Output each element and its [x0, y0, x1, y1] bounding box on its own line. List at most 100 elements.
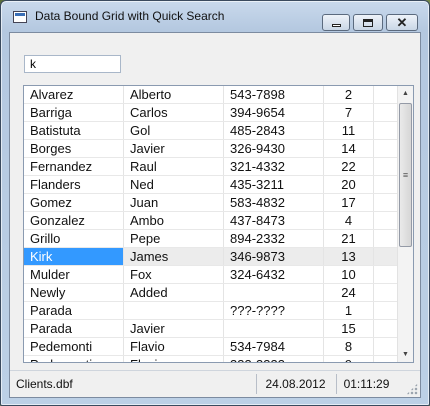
last-name-cell[interactable]: Newly	[24, 284, 124, 301]
first-name-cell[interactable]: Ambo	[124, 212, 224, 229]
number-cell[interactable]: 13	[324, 248, 374, 265]
last-name-cell[interactable]: Mulder	[24, 266, 124, 283]
vertical-scrollbar[interactable]: ▲ ≡ ▼	[397, 86, 413, 362]
table-row[interactable]: Mulder Fox 324-6432 10	[24, 266, 397, 284]
title-bar[interactable]: Data Bound Grid with Quick Search ✕	[1, 1, 429, 31]
resize-grip-icon[interactable]	[406, 383, 418, 395]
last-name-cell[interactable]: Pedemonti	[24, 338, 124, 355]
scroll-down-arrow-icon[interactable]: ▼	[398, 347, 413, 362]
phone-cell[interactable]: 485-2843	[224, 122, 324, 139]
number-cell[interactable]: 20	[324, 176, 374, 193]
number-cell[interactable]: 8	[324, 338, 374, 355]
first-name-cell[interactable]: Raul	[124, 158, 224, 175]
phone-cell[interactable]: 333-3333	[224, 356, 324, 362]
last-name-cell[interactable]: Flanders	[24, 176, 124, 193]
phone-cell[interactable]: 394-9654	[224, 104, 324, 121]
table-row[interactable]: Gonzalez Ambo 437-8473 4	[24, 212, 397, 230]
grip-lines-icon: ≡	[402, 170, 409, 180]
number-cell[interactable]: 22	[324, 158, 374, 175]
phone-cell[interactable]: 534-7984	[224, 338, 324, 355]
first-name-cell[interactable]: Added	[124, 284, 224, 301]
first-name-cell[interactable]: Juan	[124, 194, 224, 211]
phone-cell[interactable]: 324-6432	[224, 266, 324, 283]
first-name-cell[interactable]: Flavio	[124, 338, 224, 355]
first-name-cell[interactable]: Flavio	[124, 356, 224, 362]
last-name-cell[interactable]: Fernandez	[24, 158, 124, 175]
first-name-cell[interactable]: Pepe	[124, 230, 224, 247]
table-row[interactable]: Pedemonti Flavio 534-7984 8	[24, 338, 397, 356]
number-cell[interactable]: 2	[324, 86, 374, 103]
table-row[interactable]: Grillo Pepe 894-2332 21	[24, 230, 397, 248]
first-name-cell[interactable]: James	[124, 248, 224, 265]
app-window-icon[interactable]	[13, 11, 27, 23]
first-name-cell[interactable]: Alberto	[124, 86, 224, 103]
last-name-cell[interactable]: Grillo	[24, 230, 124, 247]
table-row[interactable]: Flanders Ned 435-3211 20	[24, 176, 397, 194]
status-date: 24.08.2012	[256, 374, 334, 394]
table-row[interactable]: Parada Javier 15	[24, 320, 397, 338]
table-row[interactable]: Fernandez Raul 321-4332 22	[24, 158, 397, 176]
number-cell[interactable]: 15	[324, 320, 374, 337]
number-cell[interactable]: 4	[324, 212, 374, 229]
app-window: Data Bound Grid with Quick Search ✕ Alva…	[0, 0, 430, 406]
last-name-cell[interactable]: Gonzalez	[24, 212, 124, 229]
last-name-cell[interactable]: Gomez	[24, 194, 124, 211]
minimize-icon	[331, 23, 341, 27]
last-name-cell[interactable]: Alvarez	[24, 86, 124, 103]
last-name-cell[interactable]: Barriga	[24, 104, 124, 121]
phone-cell[interactable]: 583-4832	[224, 194, 324, 211]
table-row[interactable]: Batistuta Gol 485-2843 11	[24, 122, 397, 140]
first-name-cell[interactable]: Gol	[124, 122, 224, 139]
number-cell[interactable]: 7	[324, 104, 374, 121]
last-name-cell[interactable]: Kirk	[24, 248, 124, 265]
number-cell[interactable]: 14	[324, 140, 374, 157]
number-cell[interactable]: 24	[324, 284, 374, 301]
phone-cell[interactable]: 346-9873	[224, 248, 324, 265]
phone-cell[interactable]	[224, 284, 324, 301]
phone-cell[interactable]: 894-2332	[224, 230, 324, 247]
first-name-cell[interactable]: Javier	[124, 320, 224, 337]
first-name-cell[interactable]: Javier	[124, 140, 224, 157]
table-row[interactable]: Barriga Carlos 394-9654 7	[24, 104, 397, 122]
phone-cell[interactable]: 321-4332	[224, 158, 324, 175]
phone-cell[interactable]: 543-7898	[224, 86, 324, 103]
phone-cell[interactable]: 326-9430	[224, 140, 324, 157]
status-file-name: Clients.dbf	[16, 377, 73, 391]
last-name-cell[interactable]: Batistuta	[24, 122, 124, 139]
status-time: 01:11:29	[336, 374, 396, 394]
data-grid[interactable]: Alvarez Alberto 543-7898 2 Barriga Carlos 394-…	[23, 85, 414, 363]
close-button[interactable]: ✕	[386, 14, 418, 31]
number-cell[interactable]: 21	[324, 230, 374, 247]
table-row[interactable]: Kirk James 346-9873 13	[24, 248, 397, 266]
last-name-cell[interactable]: Pedemonti	[24, 356, 124, 362]
first-name-cell[interactable]: Ned	[124, 176, 224, 193]
maximize-button[interactable]	[353, 14, 383, 31]
number-cell[interactable]: 9	[324, 356, 374, 362]
number-cell[interactable]: 17	[324, 194, 374, 211]
table-row[interactable]: Newly Added 24	[24, 284, 397, 302]
number-cell[interactable]: 1	[324, 302, 374, 319]
phone-cell[interactable]: 437-8473	[224, 212, 324, 229]
phone-cell[interactable]: 435-3211	[224, 176, 324, 193]
client-area: AlvarezAlberto543-78982BarrigaCarlos394-…	[9, 32, 421, 398]
number-cell[interactable]: 11	[324, 122, 374, 139]
phone-cell[interactable]: ???-????	[224, 302, 324, 319]
phone-cell[interactable]	[224, 320, 324, 337]
table-row[interactable]: Alvarez Alberto 543-7898 2	[24, 86, 397, 104]
scroll-up-arrow-icon[interactable]: ▲	[398, 86, 413, 101]
table-row[interactable]: Borges Javier 326-9430 14	[24, 140, 397, 158]
number-cell[interactable]: 10	[324, 266, 374, 283]
first-name-cell[interactable]: Fox	[124, 266, 224, 283]
first-name-cell[interactable]	[124, 302, 224, 319]
last-name-cell[interactable]: Borges	[24, 140, 124, 157]
last-name-cell[interactable]: Parada	[24, 320, 124, 337]
last-name-cell[interactable]: Parada	[24, 302, 124, 319]
table-row[interactable]: Gomez Juan 583-4832 17	[24, 194, 397, 212]
first-name-cell[interactable]: Carlos	[124, 104, 224, 121]
table-row[interactable]: Parada ???-???? 1	[24, 302, 397, 320]
table-row[interactable]: PedemontiFlavio333-33339	[24, 356, 397, 362]
scrollbar-thumb[interactable]: ≡	[399, 103, 412, 247]
window-title: Data Bound Grid with Quick Search	[35, 9, 225, 23]
quick-search-input[interactable]	[24, 55, 121, 73]
minimize-button[interactable]	[322, 14, 350, 31]
